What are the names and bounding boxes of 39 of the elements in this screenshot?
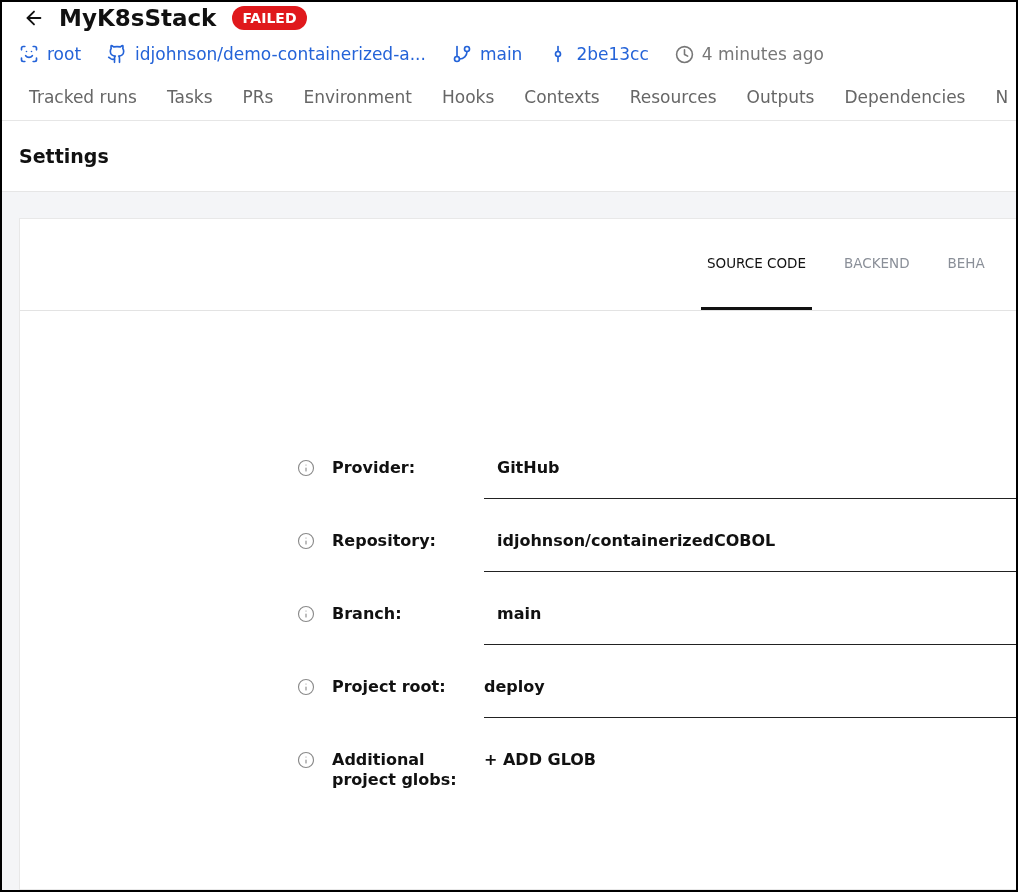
field-label: Provider: (332, 457, 417, 478)
info-icon[interactable] (297, 605, 315, 623)
stack-title: MyK8sStack (59, 5, 217, 31)
nav-tab[interactable]: Outputs (746, 87, 815, 107)
select-field[interactable]: main (484, 597, 1016, 645)
section-title: Settings (19, 145, 109, 167)
branch-icon (451, 44, 472, 64)
field-label: Additional project globs: (332, 749, 458, 790)
nav-tab[interactable]: N (995, 87, 1009, 107)
scan-icon (19, 44, 39, 64)
clock-icon (674, 44, 694, 64)
field-label: Repository: (332, 530, 437, 551)
settings-tab[interactable]: SOURCE CODE (701, 219, 812, 310)
info-icon[interactable] (297, 459, 315, 477)
space-link[interactable]: root (47, 44, 82, 64)
branch-link[interactable]: main (479, 44, 523, 64)
nav-tab[interactable]: Hooks (441, 87, 495, 107)
input-field[interactable]: deploy (484, 670, 1016, 718)
commit-link[interactable]: 2be13cc (576, 44, 649, 64)
select-field[interactable]: idjohnson/containerizedCOBOL (484, 524, 1016, 572)
select-field[interactable]: GitHub (484, 451, 1016, 499)
add-glob-button[interactable]: + ADD GLOB (484, 743, 1016, 769)
repo-link[interactable]: idjohnson/demo-containerized-a... (135, 44, 426, 64)
settings-tab[interactable]: BEHA (941, 219, 991, 310)
timestamp: 4 minutes ago (701, 44, 824, 64)
settings-tab[interactable]: BACKEND (838, 219, 916, 310)
status-badge: FAILED (232, 6, 307, 30)
nav-tab[interactable]: Contexts (524, 87, 600, 107)
info-icon[interactable] (297, 678, 315, 696)
nav-tab[interactable]: Resources (629, 87, 717, 107)
field-label: Branch: (332, 603, 403, 624)
field-label: Project root: (332, 676, 447, 697)
nav-tab[interactable]: Environment (303, 87, 412, 107)
info-icon[interactable] (297, 751, 315, 769)
nav-tab[interactable]: PRs (242, 87, 274, 107)
nav-tab[interactable]: Dependencies (844, 87, 966, 107)
nav-tab[interactable]: Tracked runs (29, 87, 137, 107)
info-icon[interactable] (297, 532, 315, 550)
nav-tab[interactable]: Tasks (166, 87, 213, 107)
